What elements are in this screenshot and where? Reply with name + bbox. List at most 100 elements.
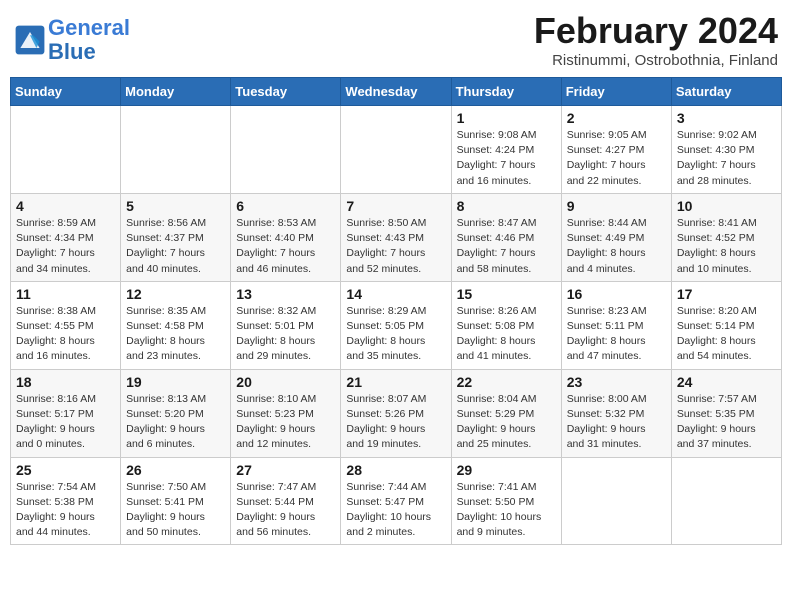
day-number: 20: [236, 374, 335, 390]
calendar-cell: [231, 106, 341, 194]
header: General Blue February 2024 Ristinummi, O…: [10, 10, 782, 69]
day-number: 28: [346, 462, 445, 478]
day-number: 15: [457, 286, 556, 302]
location-subtitle: Ristinummi, Ostrobothnia, Finland: [534, 52, 778, 69]
calendar-cell: 22Sunrise: 8:04 AM Sunset: 5:29 PM Dayli…: [451, 369, 561, 457]
calendar-cell: 9 Sunrise: 8:44 AM Sunset: 4:49 PM Daylig…: [561, 193, 671, 281]
calendar-week-1: 1 Sunrise: 9:08 AM Sunset: 4:24 PM Daylig…: [11, 106, 782, 194]
logo-icon: [14, 24, 46, 56]
calendar-cell: 28Sunrise: 7:44 AM Sunset: 5:47 PM Dayli…: [341, 457, 451, 545]
day-info: Sunrise: 7:50 AM Sunset: 5:41 PM Dayligh…: [126, 480, 225, 541]
day-info: Sunrise: 8:50 AM Sunset: 4:43 PM Dayligh…: [346, 216, 445, 277]
calendar-cell: [11, 106, 121, 194]
calendar-week-4: 18 Sunrise: 8:16 AM Sunset: 5:17 PM Dayli…: [11, 369, 782, 457]
calendar-cell: 8Sunrise: 8:47 AM Sunset: 4:46 PM Daylig…: [451, 193, 561, 281]
calendar-cell: 23 Sunrise: 8:00 AM Sunset: 5:32 PM Dayli…: [561, 369, 671, 457]
calendar-cell: [121, 106, 231, 194]
day-number: 2: [567, 110, 666, 126]
day-info: Sunrise: 7:47 AM Sunset: 5:44 PM Dayligh…: [236, 480, 335, 541]
calendar-cell: 3Sunrise: 9:02 AM Sunset: 4:30 PM Daylig…: [671, 106, 781, 194]
calendar-cell: 13 Sunrise: 8:32 AM Sunset: 5:01 PM Dayli…: [231, 281, 341, 369]
calendar-cell: [341, 106, 451, 194]
day-info: Sunrise: 8:35 AM Sunset: 4:58 PM Dayligh…: [126, 304, 225, 365]
day-info: Sunrise: 7:41 AM Sunset: 5:50 PM Dayligh…: [457, 480, 556, 541]
day-of-week-monday: Monday: [121, 78, 231, 106]
day-number: 6: [236, 198, 335, 214]
calendar-cell: 26 Sunrise: 7:50 AM Sunset: 5:41 PM Dayli…: [121, 457, 231, 545]
calendar-header-row: SundayMondayTuesdayWednesdayThursdayFrid…: [11, 78, 782, 106]
calendar-cell: 10 Sunrise: 8:41 AM Sunset: 4:52 PM Dayli…: [671, 193, 781, 281]
day-info: Sunrise: 9:05 AM Sunset: 4:27 PM Dayligh…: [567, 128, 666, 189]
calendar-cell: 6 Sunrise: 8:53 AM Sunset: 4:40 PM Daylig…: [231, 193, 341, 281]
calendar-week-5: 25 Sunrise: 7:54 AM Sunset: 5:38 PM Dayli…: [11, 457, 782, 545]
day-number: 22: [457, 374, 556, 390]
day-info: Sunrise: 8:44 AM Sunset: 4:49 PM Dayligh…: [567, 216, 666, 277]
day-info: Sunrise: 8:53 AM Sunset: 4:40 PM Dayligh…: [236, 216, 335, 277]
day-info: Sunrise: 8:07 AM Sunset: 5:26 PM Dayligh…: [346, 392, 445, 453]
day-number: 5: [126, 198, 225, 214]
logo-line1: General: [48, 15, 130, 40]
day-info: Sunrise: 8:16 AM Sunset: 5:17 PM Dayligh…: [16, 392, 115, 453]
day-number: 19: [126, 374, 225, 390]
day-number: 13: [236, 286, 335, 302]
day-number: 17: [677, 286, 776, 302]
calendar: SundayMondayTuesdayWednesdayThursdayFrid…: [10, 77, 782, 545]
day-info: Sunrise: 8:00 AM Sunset: 5:32 PM Dayligh…: [567, 392, 666, 453]
day-info: Sunrise: 8:26 AM Sunset: 5:08 PM Dayligh…: [457, 304, 556, 365]
day-number: 23: [567, 374, 666, 390]
logo-line2: Blue: [48, 39, 96, 64]
day-number: 10: [677, 198, 776, 214]
day-info: Sunrise: 7:54 AM Sunset: 5:38 PM Dayligh…: [16, 480, 115, 541]
day-number: 26: [126, 462, 225, 478]
calendar-cell: 29Sunrise: 7:41 AM Sunset: 5:50 PM Dayli…: [451, 457, 561, 545]
day-number: 4: [16, 198, 115, 214]
calendar-cell: 18 Sunrise: 8:16 AM Sunset: 5:17 PM Dayli…: [11, 369, 121, 457]
day-of-week-thursday: Thursday: [451, 78, 561, 106]
day-of-week-friday: Friday: [561, 78, 671, 106]
calendar-cell: 24 Sunrise: 7:57 AM Sunset: 5:35 PM Dayli…: [671, 369, 781, 457]
calendar-cell: 5Sunrise: 8:56 AM Sunset: 4:37 PM Daylig…: [121, 193, 231, 281]
day-info: Sunrise: 8:10 AM Sunset: 5:23 PM Dayligh…: [236, 392, 335, 453]
calendar-cell: 17 Sunrise: 8:20 AM Sunset: 5:14 PM Dayli…: [671, 281, 781, 369]
calendar-cell: 15 Sunrise: 8:26 AM Sunset: 5:08 PM Dayli…: [451, 281, 561, 369]
calendar-cell: 1 Sunrise: 9:08 AM Sunset: 4:24 PM Daylig…: [451, 106, 561, 194]
day-number: 1: [457, 110, 556, 126]
day-number: 18: [16, 374, 115, 390]
day-number: 8: [457, 198, 556, 214]
day-info: Sunrise: 9:08 AM Sunset: 4:24 PM Dayligh…: [457, 128, 556, 189]
calendar-cell: 2 Sunrise: 9:05 AM Sunset: 4:27 PM Daylig…: [561, 106, 671, 194]
logo-text: General Blue: [48, 16, 130, 64]
day-info: Sunrise: 9:02 AM Sunset: 4:30 PM Dayligh…: [677, 128, 776, 189]
day-number: 21: [346, 374, 445, 390]
calendar-cell: 20 Sunrise: 8:10 AM Sunset: 5:23 PM Dayli…: [231, 369, 341, 457]
day-info: Sunrise: 8:41 AM Sunset: 4:52 PM Dayligh…: [677, 216, 776, 277]
day-info: Sunrise: 8:13 AM Sunset: 5:20 PM Dayligh…: [126, 392, 225, 453]
day-info: Sunrise: 8:32 AM Sunset: 5:01 PM Dayligh…: [236, 304, 335, 365]
calendar-week-2: 4Sunrise: 8:59 AM Sunset: 4:34 PM Daylig…: [11, 193, 782, 281]
calendar-cell: 7Sunrise: 8:50 AM Sunset: 4:43 PM Daylig…: [341, 193, 451, 281]
calendar-cell: 14 Sunrise: 8:29 AM Sunset: 5:05 PM Dayli…: [341, 281, 451, 369]
calendar-cell: 11 Sunrise: 8:38 AM Sunset: 4:55 PM Dayli…: [11, 281, 121, 369]
calendar-cell: 21 Sunrise: 8:07 AM Sunset: 5:26 PM Dayli…: [341, 369, 451, 457]
logo: General Blue: [14, 16, 130, 64]
calendar-cell: 27 Sunrise: 7:47 AM Sunset: 5:44 PM Dayli…: [231, 457, 341, 545]
day-info: Sunrise: 7:57 AM Sunset: 5:35 PM Dayligh…: [677, 392, 776, 453]
calendar-cell: 16Sunrise: 8:23 AM Sunset: 5:11 PM Dayli…: [561, 281, 671, 369]
calendar-cell: [561, 457, 671, 545]
calendar-cell: 12 Sunrise: 8:35 AM Sunset: 4:58 PM Dayli…: [121, 281, 231, 369]
month-title: February 2024: [534, 10, 778, 52]
day-number: 27: [236, 462, 335, 478]
day-number: 9: [567, 198, 666, 214]
calendar-cell: [671, 457, 781, 545]
day-info: Sunrise: 8:20 AM Sunset: 5:14 PM Dayligh…: [677, 304, 776, 365]
day-number: 11: [16, 286, 115, 302]
day-number: 24: [677, 374, 776, 390]
day-number: 12: [126, 286, 225, 302]
title-area: February 2024 Ristinummi, Ostrobothnia, …: [534, 10, 778, 69]
day-number: 14: [346, 286, 445, 302]
day-info: Sunrise: 8:29 AM Sunset: 5:05 PM Dayligh…: [346, 304, 445, 365]
day-number: 25: [16, 462, 115, 478]
day-info: Sunrise: 8:38 AM Sunset: 4:55 PM Dayligh…: [16, 304, 115, 365]
calendar-cell: 19 Sunrise: 8:13 AM Sunset: 5:20 PM Dayli…: [121, 369, 231, 457]
day-of-week-tuesday: Tuesday: [231, 78, 341, 106]
